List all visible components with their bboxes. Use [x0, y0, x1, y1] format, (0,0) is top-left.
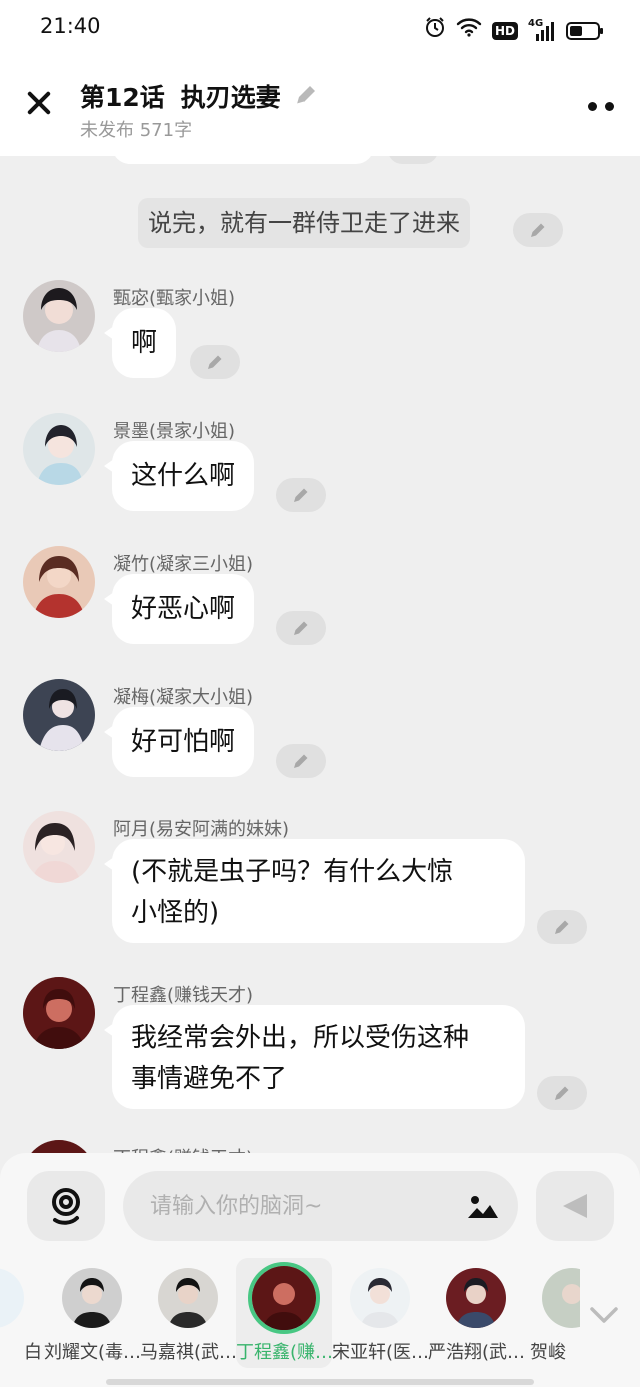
sender-name: 景墨(景家小姐)	[113, 421, 236, 442]
pencil-icon	[208, 355, 222, 369]
character-item[interactable]: 马嘉祺(武…	[140, 1258, 236, 1368]
chapter-number: 第12话	[80, 83, 165, 112]
edit-button[interactable]	[190, 345, 240, 379]
voice-button[interactable]	[27, 1171, 105, 1241]
wifi-icon	[456, 17, 482, 44]
avatar[interactable]	[23, 679, 95, 751]
status-time: 21:40	[40, 14, 101, 38]
pencil-icon	[294, 488, 308, 502]
edit-button[interactable]	[276, 478, 326, 512]
avatar	[0, 1268, 24, 1328]
send-button[interactable]	[536, 1171, 614, 1241]
avatar	[248, 1262, 320, 1334]
alarm-icon	[424, 16, 446, 45]
avatar[interactable]	[23, 280, 95, 352]
chat-list[interactable]: 说完，就有一群侍卫走了进来 甄宓(甄家小姐) 啊 景墨(景家小姐) 这什么啊 凝…	[0, 156, 640, 1156]
character-item[interactable]: 宋亚轩(医…	[332, 1258, 428, 1368]
character-item[interactable]: 刘耀文(毒…	[44, 1258, 140, 1368]
avatar	[350, 1268, 410, 1328]
message-bubble[interactable]: 啊	[103, 308, 177, 378]
pencil-icon[interactable]	[293, 82, 319, 108]
edit-button[interactable]	[276, 611, 326, 645]
message-bubble[interactable]: 这什么啊	[103, 441, 255, 511]
avatar	[158, 1268, 218, 1328]
pencil-icon	[555, 1086, 569, 1100]
character-item[interactable]: 严浩翔(武…	[428, 1258, 524, 1368]
hd-badge: HD	[491, 21, 518, 40]
sender-name: 丁程鑫(赚钱天才)	[113, 985, 254, 1006]
pencil-icon	[294, 621, 308, 635]
character-label: 宋亚轩(医…	[332, 1342, 428, 1363]
signal-icon: 4G	[528, 18, 556, 42]
message-text-line: (不就是虫子吗？有什么大惊	[131, 857, 454, 887]
message-input-container[interactable]	[123, 1171, 518, 1241]
message-bubble[interactable]: 好恶心啊	[103, 574, 255, 644]
edit-button[interactable]	[276, 744, 326, 778]
pencil-icon	[555, 920, 569, 934]
character-item-selected[interactable]: 丁程鑫(赚…	[236, 1258, 332, 1368]
sender-name: 凝梅(凝家大小姐)	[113, 687, 254, 708]
composer-panel: 白 刘耀文(毒… 马嘉祺(武… 丁程鑫(赚… 宋亚轩(医… 严浩翔(武… 贺峻	[0, 1153, 640, 1387]
character-selector[interactable]: 白 刘耀文(毒… 马嘉祺(武… 丁程鑫(赚… 宋亚轩(医… 严浩翔(武… 贺峻	[0, 1258, 580, 1368]
avatar[interactable]	[23, 811, 95, 883]
more-icon[interactable]	[588, 102, 614, 111]
message-text-line: 事情避免不了	[131, 1064, 288, 1094]
avatar	[62, 1268, 122, 1328]
chapter-title: 执刃选妻	[180, 83, 281, 112]
character-item[interactable]: 贺峻	[524, 1258, 580, 1368]
message-bubble[interactable]: 我经常会外出，所以受伤这种 事情避免不了	[104, 1005, 525, 1109]
message-text-line: 小怪的)	[131, 898, 220, 928]
avatar[interactable]	[23, 546, 95, 618]
character-label: 丁程鑫(赚…	[236, 1342, 332, 1363]
avatar[interactable]	[23, 413, 95, 485]
message-bubble[interactable]: (不就是虫子吗？有什么大惊 小怪的)	[104, 839, 525, 943]
close-icon[interactable]	[22, 86, 56, 120]
character-label: 白	[24, 1342, 42, 1363]
pencil-icon	[531, 223, 545, 237]
edit-button[interactable]	[513, 213, 563, 247]
message-text-line: 我经常会外出，所以受伤这种	[131, 1023, 470, 1053]
narration-bubble[interactable]: 说完，就有一群侍卫走了进来	[138, 198, 470, 248]
character-label: 刘耀文(毒…	[44, 1342, 140, 1363]
page-title: 第12话 执刃选妻	[80, 78, 281, 114]
edit-button[interactable]	[537, 910, 587, 944]
voice-icon	[52, 1188, 80, 1225]
message-bubble[interactable]	[112, 156, 374, 164]
character-item[interactable]: 白	[0, 1258, 42, 1368]
chevron-down-icon[interactable]	[588, 1303, 620, 1327]
message-bubble[interactable]: 好可怕啊	[103, 707, 255, 777]
avatar	[446, 1268, 506, 1328]
sender-name: 凝竹(凝家三小姐)	[113, 554, 254, 575]
image-icon[interactable]	[466, 1192, 500, 1220]
status-bar: 21:40 HD 4G	[0, 0, 640, 56]
send-icon	[563, 1194, 587, 1218]
character-label: 贺峻	[530, 1342, 566, 1363]
character-label: 严浩翔(武…	[428, 1342, 524, 1363]
pencil-icon	[294, 754, 308, 768]
sender-name: 阿月(易安阿满的妹妹)	[113, 819, 290, 840]
status-icons: HD 4G	[424, 16, 603, 45]
sender-name: 甄宓(甄家小姐)	[113, 288, 236, 309]
edit-button[interactable]	[537, 1076, 587, 1110]
battery-icon	[566, 21, 603, 40]
scrollbar[interactable]	[106, 1379, 534, 1385]
message-input[interactable]	[150, 1171, 450, 1241]
publish-status: 未发布 571字	[80, 120, 193, 141]
character-label: 马嘉祺(武…	[140, 1342, 236, 1363]
avatar[interactable]	[23, 977, 95, 1049]
avatar	[542, 1268, 580, 1328]
top-bar: 第12话 执刃选妻 未发布 571字	[0, 56, 640, 156]
edit-button[interactable]	[388, 156, 438, 164]
